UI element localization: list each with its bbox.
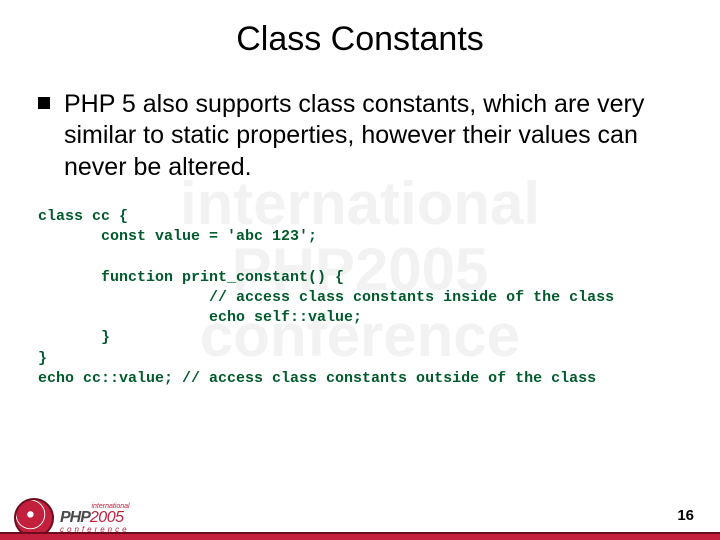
footer-bar [0, 532, 720, 540]
slide-title: Class Constants [38, 20, 682, 59]
code-block: class cc { const value = 'abc 123'; func… [38, 207, 682, 389]
slide-footer: international PHP2005 conference 16 [0, 486, 720, 540]
slide-content: Class Constants PHP 5 also supports clas… [0, 0, 720, 389]
logo-php: PHP [60, 510, 90, 526]
bullet-text: PHP 5 also supports class constants, whi… [64, 89, 682, 183]
logo-text: international PHP2005 conference [60, 503, 130, 534]
square-bullet-icon [38, 97, 50, 109]
bullet-item: PHP 5 also supports class constants, whi… [38, 89, 682, 183]
page-number: 16 [677, 507, 694, 524]
logo-year: 2005 [90, 510, 124, 526]
logo-line-phpyear: PHP2005 [60, 510, 130, 526]
